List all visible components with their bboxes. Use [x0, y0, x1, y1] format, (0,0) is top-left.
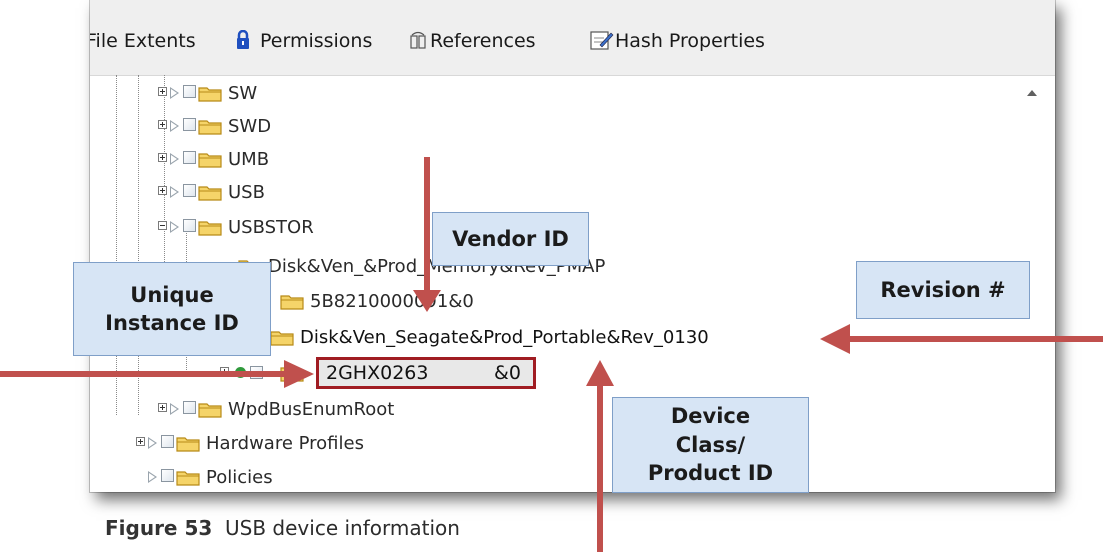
figure-number: Figure 53 — [105, 516, 213, 540]
revision-arrow — [820, 324, 1103, 354]
figure-caption: Figure 53 USB device information — [105, 516, 460, 540]
annotation-arrows — [0, 157, 1103, 552]
figure-text: USB device information — [225, 516, 460, 540]
vendor-id-arrow — [413, 157, 441, 312]
device-class-arrow — [586, 360, 614, 552]
unique-instance-arrow — [0, 360, 314, 388]
